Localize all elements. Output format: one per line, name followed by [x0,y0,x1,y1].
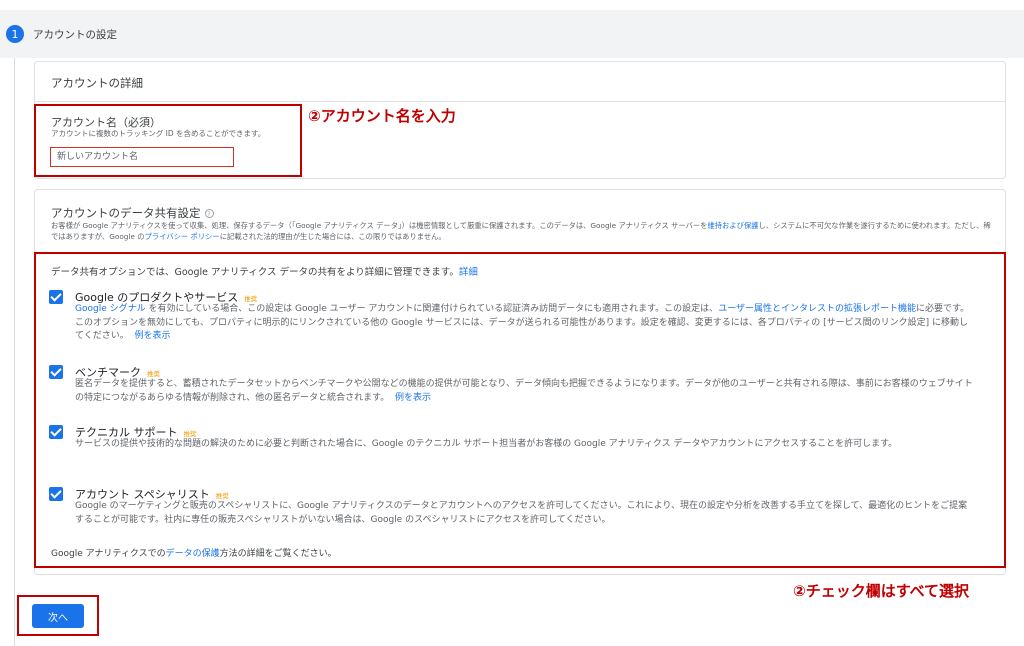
data-sharing-title-text: アカウントのデータ共有設定 [51,206,201,220]
step-header[interactable]: 1 アカウントの設定 [0,10,1024,58]
step-title: アカウントの設定 [33,28,117,41]
account-details-header: アカウントの詳細 [35,62,1005,102]
annotation-box-checkboxes [34,252,1006,568]
annotation-box-next [17,595,99,636]
help-icon[interactable]: ? [204,209,214,218]
annotation-box-account-name [34,104,302,177]
data-sharing-description: お客様が Google アナリティクスを使って収集、処理、保存するデータ（「Go… [51,220,996,242]
annotation-account-name: ②アカウント名を入力 [308,107,456,125]
maintain-protect-link[interactable]: 維持および保護 [707,221,758,230]
top-strip [0,0,1024,10]
data-sharing-title: アカウントのデータ共有設定? [51,205,214,221]
step-number-badge: 1 [6,25,24,43]
description-text-3: に記載された法的理由が生じた場合には、この限りではありません。 [219,232,446,241]
annotation-checkboxes: ②チェック欄はすべて選択 [793,582,970,600]
step-connector-line [14,58,15,646]
description-text-1: お客様が Google アナリティクスを使って収集、処理、保存するデータ（「Go… [51,221,708,230]
privacy-policy-link[interactable]: プライバシー ポリシー [145,232,220,241]
